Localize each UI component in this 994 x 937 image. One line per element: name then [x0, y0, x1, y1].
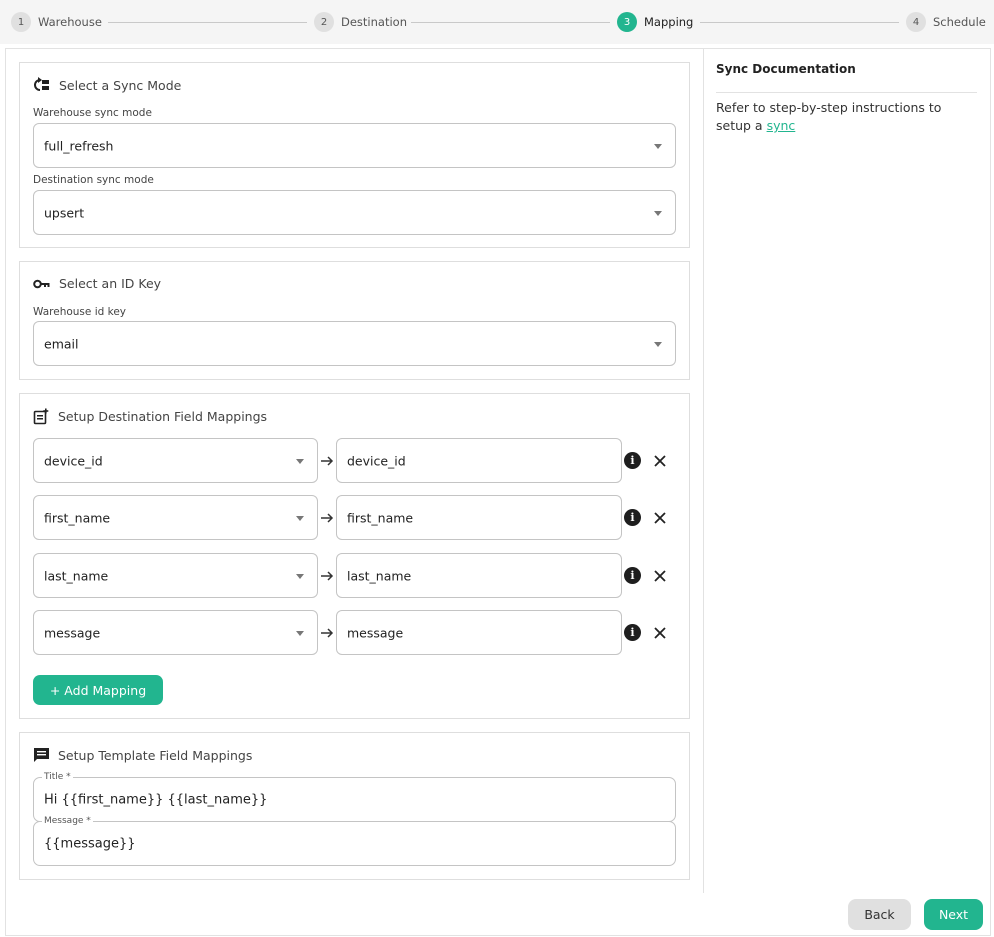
arrow-right-icon	[321, 456, 334, 466]
close-icon[interactable]	[652, 510, 668, 526]
chevron-down-icon	[654, 210, 662, 216]
message-field-value: {{message}}	[44, 836, 136, 851]
select-value: first_name	[44, 510, 111, 525]
step-connector	[700, 22, 899, 23]
field-mappings-heading: Setup Destination Field Mappings	[33, 408, 267, 425]
info-icon[interactable]: i	[624, 567, 641, 584]
destination-field-input[interactable]: device_id	[336, 438, 622, 483]
message-field[interactable]: Message * {{message}}	[33, 815, 676, 866]
warehouse-id-key-select[interactable]: email	[33, 321, 676, 366]
sync-documentation-title: Sync Documentation	[716, 62, 856, 76]
select-value: message	[44, 625, 101, 640]
sync-mode-title: Select a Sync Mode	[59, 77, 182, 93]
input-value: device_id	[347, 453, 406, 468]
title-field-label: Title *	[42, 771, 73, 783]
step-connector	[411, 22, 610, 23]
step-label: Destination	[341, 15, 407, 29]
step-number: 4	[906, 12, 926, 32]
source-field-select[interactable]: device_id	[33, 438, 318, 483]
source-field-select[interactable]: last_name	[33, 553, 318, 598]
chat-icon	[34, 748, 49, 762]
chevron-down-icon	[296, 458, 304, 464]
input-value: last_name	[347, 568, 412, 583]
sync-doc-link[interactable]: sync	[767, 118, 796, 133]
message-field-label: Message *	[42, 815, 93, 827]
close-icon[interactable]	[652, 568, 668, 584]
step-label: Schedule	[933, 15, 986, 29]
input-value: message	[347, 625, 404, 640]
step-label: Warehouse	[38, 15, 102, 29]
warehouse-sync-mode-select[interactable]: full_refresh	[33, 123, 676, 168]
note-add-icon	[33, 408, 49, 425]
warehouse-id-key-label: Warehouse id key	[33, 306, 126, 318]
select-value: upsert	[44, 205, 85, 220]
select-value: device_id	[44, 453, 103, 468]
sync-mode-card: Select a Sync Mode Warehouse sync mode f…	[19, 62, 690, 248]
step-destination[interactable]: 2 Destination	[314, 12, 407, 32]
arrow-right-icon	[321, 571, 334, 581]
field-mappings-card: Setup Destination Field Mappings device_…	[19, 393, 690, 719]
title-field-value: Hi {{first_name}} {{last_name}}	[44, 792, 268, 807]
destination-field-input[interactable]: last_name	[336, 553, 622, 598]
step-number: 3	[617, 12, 637, 32]
template-mappings-title: Setup Template Field Mappings	[58, 747, 253, 763]
template-mappings-card: Setup Template Field Mappings Title * Hi…	[19, 732, 690, 880]
destination-field-input[interactable]: first_name	[336, 495, 622, 540]
title-field[interactable]: Title * Hi {{first_name}} {{last_name}}	[33, 771, 676, 822]
step-number: 2	[314, 12, 334, 32]
step-label: Mapping	[644, 15, 694, 29]
step-number: 1	[11, 12, 31, 32]
stepper: 1 Warehouse 2 Destination 3 Mapping 4 Sc…	[0, 0, 994, 44]
source-field-select[interactable]: first_name	[33, 495, 318, 540]
chevron-down-icon	[296, 515, 304, 521]
id-key-title: Select an ID Key	[59, 276, 162, 291]
sync-icon	[34, 77, 49, 91]
destination-field-input[interactable]: message	[336, 610, 622, 655]
next-button[interactable]: Next	[924, 899, 983, 930]
step-connector	[108, 22, 307, 23]
sync-documentation-text: Refer to step-by-step instructions to se…	[716, 99, 978, 135]
template-mappings-heading: Setup Template Field Mappings	[33, 747, 252, 763]
close-icon[interactable]	[652, 453, 668, 469]
step-schedule[interactable]: 4 Schedule	[906, 12, 986, 32]
select-value: full_refresh	[44, 138, 114, 153]
select-value: email	[44, 336, 79, 351]
sidebar-divider	[703, 49, 704, 893]
chevron-down-icon	[296, 630, 304, 636]
chevron-down-icon	[654, 143, 662, 149]
divider	[716, 92, 977, 93]
doc-description: Refer to step-by-step instructions to se…	[716, 100, 942, 133]
back-button[interactable]: Back	[848, 899, 911, 930]
info-icon[interactable]: i	[624, 452, 641, 469]
source-field-select[interactable]: message	[33, 610, 318, 655]
id-key-heading: Select an ID Key	[33, 276, 161, 291]
add-mapping-button[interactable]: + Add Mapping	[33, 675, 163, 705]
chevron-down-icon	[654, 341, 662, 347]
input-value: first_name	[347, 510, 414, 525]
key-icon	[33, 279, 50, 288]
step-warehouse[interactable]: 1 Warehouse	[11, 12, 102, 32]
select-value: last_name	[44, 568, 109, 583]
id-key-card: Select an ID Key Warehouse id key email	[19, 261, 690, 380]
close-icon[interactable]	[652, 625, 668, 641]
destination-sync-mode-select[interactable]: upsert	[33, 190, 676, 235]
info-icon[interactable]: i	[624, 509, 641, 526]
arrow-right-icon	[321, 628, 334, 638]
step-mapping[interactable]: 3 Mapping	[617, 12, 693, 32]
field-mappings-title: Setup Destination Field Mappings	[58, 409, 268, 424]
destination-sync-mode-label: Destination sync mode	[33, 174, 154, 186]
warehouse-sync-mode-label: Warehouse sync mode	[33, 107, 152, 119]
chevron-down-icon	[296, 573, 304, 579]
arrow-right-icon	[321, 513, 334, 523]
sync-mode-heading: Select a Sync Mode	[33, 77, 181, 93]
info-icon[interactable]: i	[624, 624, 641, 641]
